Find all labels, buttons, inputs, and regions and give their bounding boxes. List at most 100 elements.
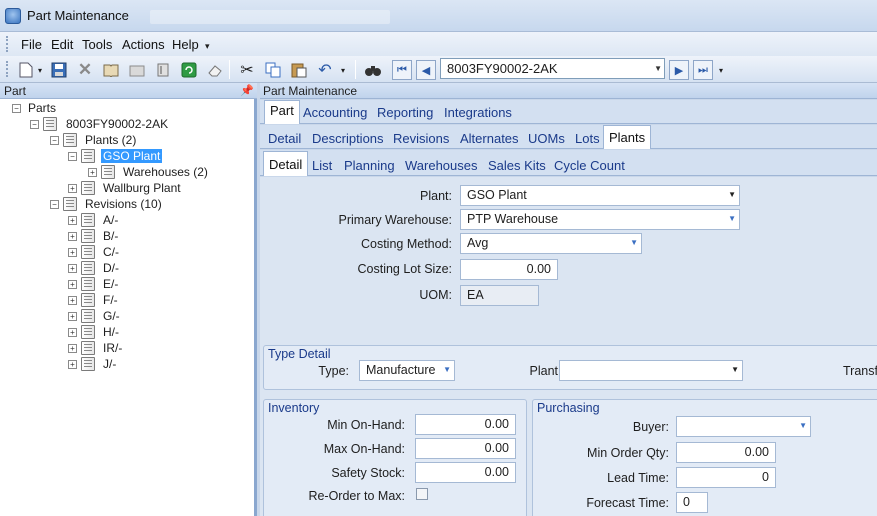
attach-icon[interactable] xyxy=(153,60,173,80)
expand-icon[interactable]: + xyxy=(68,328,77,337)
collapse-icon[interactable]: − xyxy=(30,120,39,129)
first-record-icon[interactable]: ⏮ xyxy=(392,60,412,80)
tab-descriptions[interactable]: Descriptions xyxy=(312,131,384,146)
menu-file[interactable]: File xyxy=(21,37,42,52)
collapse-icon[interactable]: − xyxy=(12,104,21,113)
tree-node-label: B/- xyxy=(103,229,119,243)
book-icon[interactable] xyxy=(101,60,121,80)
lead-time-input[interactable]: 0 xyxy=(676,467,776,488)
previous-record-icon[interactable]: ◀ xyxy=(416,60,436,80)
uom-label: UOM: xyxy=(419,288,452,302)
expand-icon[interactable]: + xyxy=(68,360,77,369)
max-on-hand-input[interactable]: 0.00 xyxy=(415,438,516,459)
costing-lot-size-input[interactable]: 0.00 xyxy=(460,259,558,280)
primary-warehouse-select[interactable]: PTP Warehouse ▼ xyxy=(460,209,740,230)
delete-icon[interactable]: ✕ xyxy=(75,60,95,80)
expand-icon[interactable]: + xyxy=(88,168,97,177)
tab-cycle-count[interactable]: Cycle Count xyxy=(554,158,625,173)
menu-tools[interactable]: Tools xyxy=(82,37,112,52)
chevron-down-icon[interactable]: ▼ xyxy=(799,421,807,430)
toolbar-separator xyxy=(355,60,356,79)
new-icon[interactable] xyxy=(16,60,36,80)
safety-stock-input[interactable]: 0.00 xyxy=(415,462,516,483)
chevron-down-icon[interactable]: ▼ xyxy=(731,365,739,374)
revision-node-icon xyxy=(81,277,95,291)
costing-method-select[interactable]: Avg ▼ xyxy=(460,233,642,254)
tab-list[interactable]: List xyxy=(312,158,332,173)
buyer-select[interactable]: ▼ xyxy=(676,416,811,437)
refresh-icon[interactable] xyxy=(179,60,199,80)
part-record-combo[interactable]: 8003FY90002-2AK ▼ xyxy=(440,58,665,79)
folder-icon[interactable] xyxy=(127,60,147,80)
min-on-hand-input[interactable]: 0.00 xyxy=(415,414,516,435)
paste-icon[interactable] xyxy=(289,60,309,80)
tree-node-label: E/- xyxy=(103,277,119,291)
eraser-icon[interactable] xyxy=(205,60,225,80)
menu-grip[interactable] xyxy=(6,36,9,52)
tab-warehouses[interactable]: Warehouses xyxy=(405,158,478,173)
toolbar-separator xyxy=(229,60,230,79)
toolbar-overflow-icon[interactable]: ▾ xyxy=(719,66,723,75)
app-icon xyxy=(5,8,21,24)
collapse-icon[interactable]: − xyxy=(68,152,77,161)
expand-icon[interactable]: + xyxy=(68,248,77,257)
menu-help[interactable]: Help xyxy=(172,37,199,52)
undo-dropdown-icon[interactable]: ▾ xyxy=(341,66,345,75)
toolbar-grip[interactable] xyxy=(6,61,9,77)
menu-overflow-icon[interactable]: ▾ xyxy=(205,41,210,52)
tree-node-label-selected: GSO Plant xyxy=(101,149,163,163)
tab-integrations[interactable]: Integrations xyxy=(444,105,512,120)
window-title-bar xyxy=(0,0,877,32)
expand-icon[interactable]: + xyxy=(68,216,77,225)
tab-part[interactable]: Part xyxy=(264,100,300,124)
type-select[interactable]: Manufacture ▼ xyxy=(359,360,455,381)
tab-plants[interactable]: Plants xyxy=(603,125,652,149)
menu-actions[interactable]: Actions xyxy=(122,37,165,52)
min-order-qty-label: Min Order Qty: xyxy=(587,446,669,460)
tab-lots[interactable]: Lots xyxy=(575,131,600,146)
cut-icon[interactable]: ✂ xyxy=(237,60,257,80)
binoculars-icon[interactable] xyxy=(363,60,383,80)
chevron-down-icon[interactable]: ▼ xyxy=(728,214,736,223)
menu-edit[interactable]: Edit xyxy=(51,37,73,52)
tab-uoms[interactable]: UOMs xyxy=(528,131,565,146)
tree-node-label: H/- xyxy=(103,325,119,339)
tab-detail[interactable]: Detail xyxy=(268,131,301,146)
chevron-down-icon[interactable]: ▼ xyxy=(728,190,736,199)
type-plant-select[interactable]: ▼ xyxy=(559,360,743,381)
expand-icon[interactable]: + xyxy=(68,264,77,273)
tab-planning[interactable]: Planning xyxy=(344,158,395,173)
expand-icon[interactable]: + xyxy=(68,344,77,353)
reorder-to-max-checkbox[interactable] xyxy=(416,488,428,500)
chevron-down-icon[interactable]: ▼ xyxy=(443,365,451,374)
min-order-qty-input[interactable]: 0.00 xyxy=(676,442,776,463)
chevron-down-icon[interactable]: ▼ xyxy=(654,64,662,73)
collapse-icon[interactable]: − xyxy=(50,136,59,145)
tab-sales-kits[interactable]: Sales Kits xyxy=(488,158,546,173)
expand-icon[interactable]: + xyxy=(68,280,77,289)
pin-icon[interactable]: 📌 xyxy=(240,84,254,97)
tab-alternates[interactable]: Alternates xyxy=(460,131,519,146)
expand-icon[interactable]: + xyxy=(68,312,77,321)
last-record-icon[interactable]: ⏭ xyxy=(693,60,713,80)
tab-reporting[interactable]: Reporting xyxy=(377,105,433,120)
min-on-hand-label: Min On-Hand: xyxy=(327,418,405,432)
tab-plant-detail[interactable]: Detail xyxy=(263,151,309,176)
plant-select[interactable]: GSO Plant ▼ xyxy=(460,185,740,206)
expand-icon[interactable]: + xyxy=(68,232,77,241)
collapse-icon[interactable]: − xyxy=(50,200,59,209)
forecast-time-input[interactable]: 0 xyxy=(676,492,708,513)
costing-method-value: Avg xyxy=(467,236,489,250)
save-icon[interactable] xyxy=(49,60,69,80)
tab-revisions[interactable]: Revisions xyxy=(393,131,449,146)
tab-accounting[interactable]: Accounting xyxy=(303,105,367,120)
undo-icon[interactable]: ↶ xyxy=(315,60,335,80)
chevron-down-icon[interactable]: ▼ xyxy=(630,238,638,247)
tab-row-part: Detail Descriptions Revisions Alternates… xyxy=(260,125,877,149)
revision-node-icon xyxy=(81,341,95,355)
new-dropdown-icon[interactable]: ▾ xyxy=(38,66,42,75)
expand-icon[interactable]: + xyxy=(68,184,77,193)
copy-icon[interactable] xyxy=(263,60,283,80)
next-record-icon[interactable]: ▶ xyxy=(669,60,689,80)
expand-icon[interactable]: + xyxy=(68,296,77,305)
